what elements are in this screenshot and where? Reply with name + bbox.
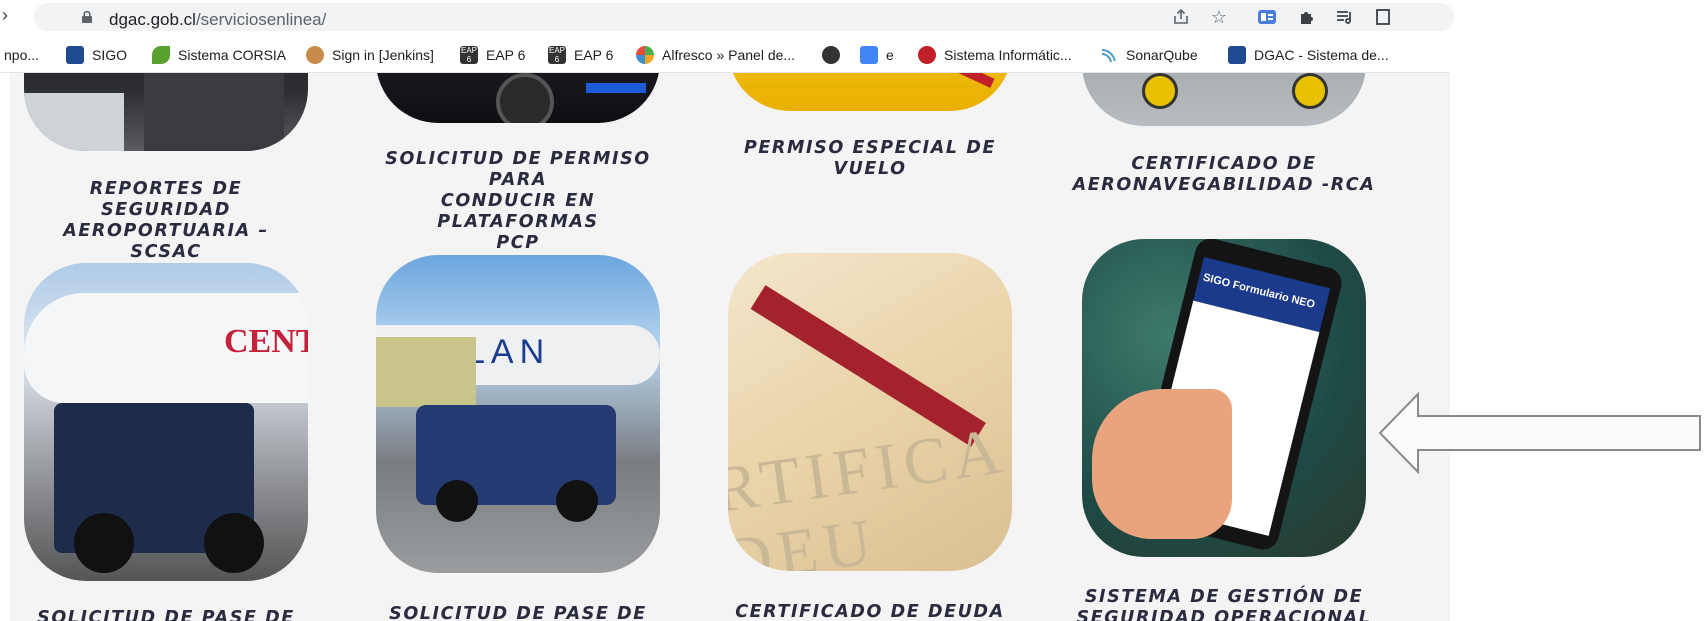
toolbar-icons: ☆ bbox=[1170, 0, 1450, 34]
plane-livery-text: CENTUR bbox=[224, 323, 308, 360]
bookmarks-bar: npo... SIGO Sistema CORSIA Sign in [Jenk… bbox=[0, 38, 1450, 73]
url-host: dgac.gob.cl bbox=[109, 10, 196, 29]
caption-line: CERTIFICADO DE DEUDA bbox=[735, 602, 1005, 621]
service-caption[interactable]: SISTEMA DE GESTIÓN DE SEGURIDAD OPERACIO… bbox=[1066, 587, 1382, 621]
lock-icon[interactable] bbox=[82, 11, 92, 23]
caption-line: SOLICITUD DE PERMISO PARA bbox=[385, 149, 651, 190]
caption-line: AERONAVEGABILIDAD -RCA bbox=[1072, 175, 1376, 195]
service-caption[interactable]: SOLICITUD DE PASE DE ACCESO bbox=[360, 604, 676, 621]
bookmark-dgac[interactable]: DGAC - Sistema de... bbox=[1228, 45, 1389, 65]
bookmark-label: EAP 6 bbox=[574, 47, 614, 63]
plane-livery-text: LAN bbox=[466, 333, 551, 371]
bookmark-label: e bbox=[886, 47, 894, 63]
bookmark-label: SIGO bbox=[92, 47, 128, 63]
red-logo-icon bbox=[918, 46, 936, 64]
globe-icon bbox=[822, 46, 840, 64]
caption-line: SOLICITUD DE PASE DE ACCESO bbox=[37, 608, 295, 621]
service-caption[interactable]: PERMISO ESPECIAL DE VUELO bbox=[710, 138, 1030, 180]
access-pass-cargo-image[interactable]: LAN bbox=[376, 255, 660, 573]
bookmark-label: npo... bbox=[4, 47, 40, 63]
share-icon[interactable] bbox=[1170, 6, 1192, 28]
url-text: dgac.gob.cl/serviciosenlinea/ bbox=[109, 10, 326, 30]
bookmark-sistema-informatico[interactable]: Sistema Informátic... bbox=[918, 45, 1072, 65]
side-panel-icon[interactable] bbox=[1372, 6, 1394, 28]
bookmark-corsia[interactable]: Sistema CORSIA bbox=[152, 45, 286, 65]
sms-phone-image[interactable]: SIGO Formulario NEO bbox=[1082, 239, 1366, 557]
service-caption[interactable]: REPORTES DE SEGURIDAD AEROPORTUARIA – SC… bbox=[24, 179, 308, 263]
jenkins-icon bbox=[306, 46, 324, 64]
caption-line: REPORTES DE SEGURIDAD bbox=[89, 179, 243, 220]
caption-line: AEROPORTUARIA – SCSAC bbox=[63, 221, 269, 262]
caption-line: CERTIFICADO DE bbox=[1131, 154, 1317, 174]
annotation-arrow-icon bbox=[1378, 392, 1701, 474]
leaf-icon bbox=[152, 46, 170, 64]
caption-line: SOLICITUD DE PASE DE ACCESO bbox=[389, 604, 647, 621]
caption-line: PCP bbox=[496, 233, 540, 253]
service-caption[interactable]: SOLICITUD DE PASE DE ACCESO bbox=[10, 608, 322, 621]
certificate-watermark-text: RTIFICA DEU bbox=[728, 414, 1008, 571]
back-chevron-icon[interactable]: › bbox=[2, 5, 8, 26]
bookmark-label: Sistema CORSIA bbox=[178, 47, 287, 63]
media-queue-icon[interactable] bbox=[1334, 6, 1356, 28]
special-flight-permit-image[interactable] bbox=[728, 73, 1012, 111]
bookmark-sonarqube[interactable]: SonarQube bbox=[1100, 45, 1198, 65]
bookmark-label: Sign in [Jenkins] bbox=[332, 47, 434, 63]
eap-icon: EAP 6 bbox=[460, 46, 478, 64]
bookmark-eap6[interactable]: EAP 6 EAP 6 bbox=[460, 45, 525, 65]
security-reports-image[interactable] bbox=[24, 73, 308, 151]
debt-certificate-image[interactable]: RTIFICA DEU bbox=[728, 253, 1012, 571]
caption-line: PERMISO ESPECIAL DE VUELO bbox=[743, 138, 997, 179]
translate-extension-icon[interactable] bbox=[1256, 6, 1278, 28]
caption-line: SEGURIDAD OPERACIONAL bbox=[1076, 608, 1372, 621]
eap-icon: EAP 6 bbox=[548, 46, 566, 64]
bookmark-label: Sistema Informátic... bbox=[944, 47, 1072, 63]
docs-icon bbox=[860, 46, 878, 64]
caption-line: CONDUCIR EN PLATAFORMAS bbox=[437, 191, 599, 232]
bookmark-label: EAP 6 bbox=[486, 47, 526, 63]
sonar-icon bbox=[1101, 49, 1116, 63]
bookmark-label: Alfresco » Panel de... bbox=[662, 47, 796, 63]
service-caption[interactable]: SOLICITUD DE PERMISO PARA CONDUCIR EN PL… bbox=[360, 149, 676, 254]
service-caption[interactable]: CERTIFICADO DE DEUDA bbox=[710, 602, 1030, 621]
sigo-logo-icon bbox=[66, 46, 84, 64]
dgac-logo-icon bbox=[1228, 46, 1246, 64]
access-pass-tractor-image[interactable]: CENTUR bbox=[24, 263, 308, 581]
alfresco-icon bbox=[636, 46, 654, 64]
bookmark-eap6[interactable]: EAP 6 EAP 6 bbox=[548, 45, 613, 65]
extensions-puzzle-icon[interactable] bbox=[1296, 6, 1318, 28]
bookmark-label: DGAC - Sistema de... bbox=[1254, 47, 1389, 63]
services-page: REPORTES DE SEGURIDAD AEROPORTUARIA – SC… bbox=[10, 73, 1450, 621]
star-bookmark-icon[interactable]: ☆ bbox=[1208, 6, 1230, 28]
caption-line: SISTEMA DE GESTIÓN DE bbox=[1084, 587, 1364, 607]
address-bar-area: › dgac.gob.cl/serviciosenlinea/ ☆ bbox=[0, 0, 1454, 34]
url-path: /serviciosenlinea/ bbox=[195, 10, 327, 29]
bookmark-docs[interactable]: e bbox=[860, 45, 894, 65]
bookmark-label: SonarQube bbox=[1126, 47, 1198, 63]
bookmark-sigo[interactable]: SIGO bbox=[66, 45, 127, 65]
bookmark-item[interactable]: npo... bbox=[4, 45, 39, 65]
airworthiness-image[interactable] bbox=[1082, 73, 1366, 126]
bookmark-globe[interactable] bbox=[822, 45, 848, 65]
service-caption[interactable]: CERTIFICADO DE AERONAVEGABILIDAD -RCA bbox=[1066, 154, 1382, 196]
bookmark-jenkins[interactable]: Sign in [Jenkins] bbox=[306, 45, 434, 65]
platform-permit-image[interactable] bbox=[376, 73, 660, 123]
bookmark-alfresco[interactable]: Alfresco » Panel de... bbox=[636, 45, 795, 65]
